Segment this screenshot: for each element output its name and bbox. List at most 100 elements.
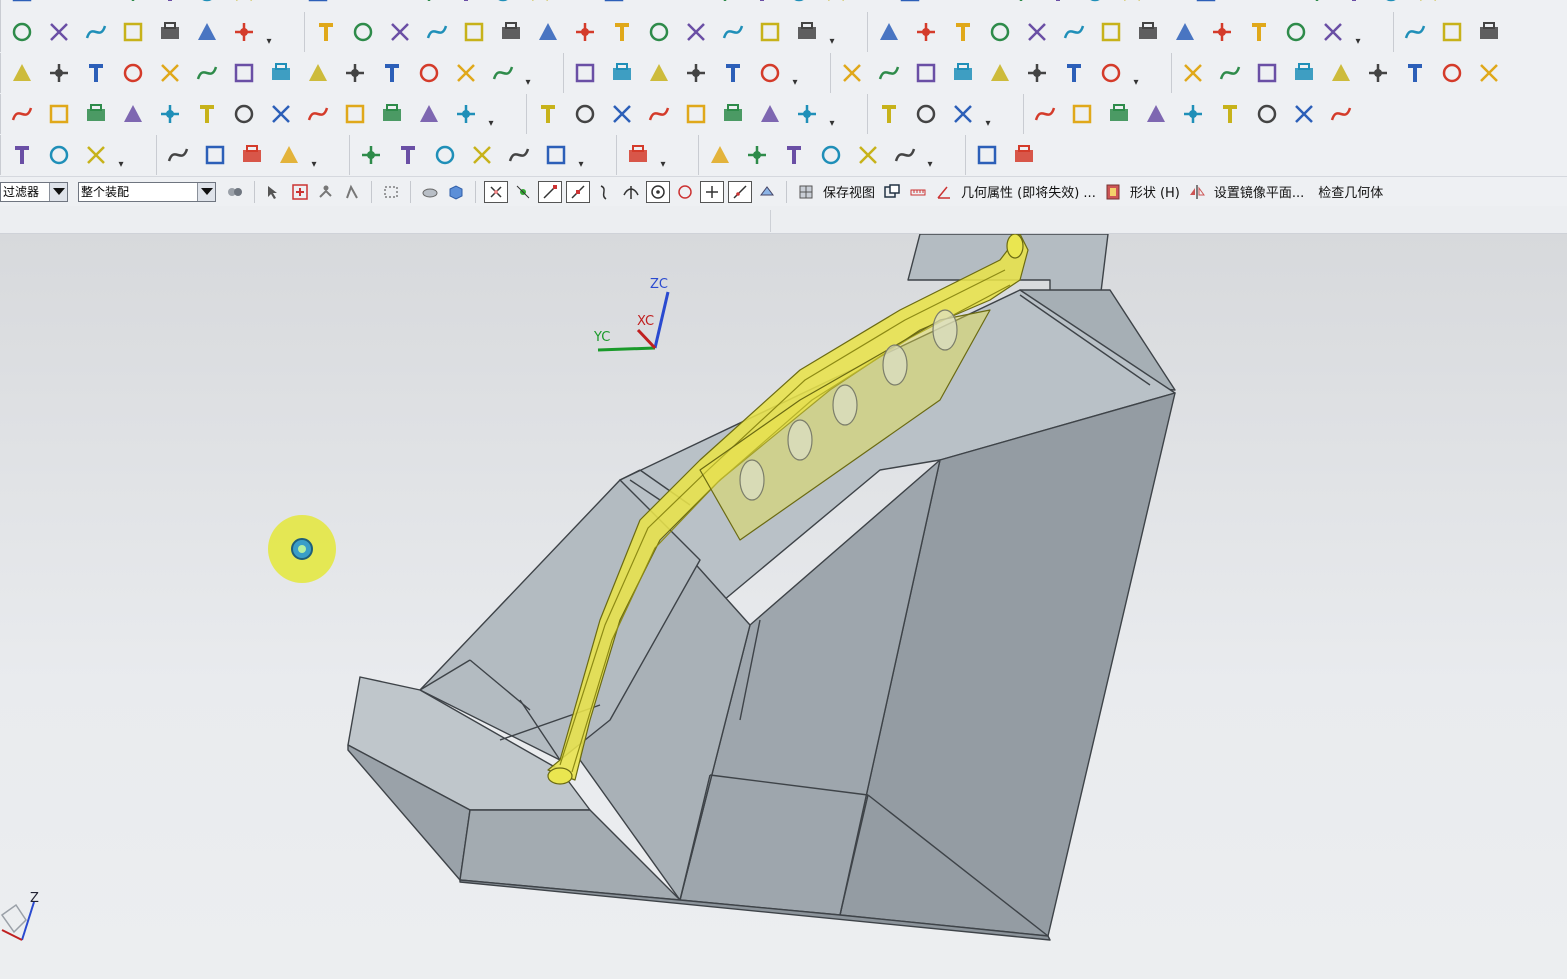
- mold-tool-17-icon[interactable]: [1250, 56, 1284, 90]
- toolbar-overflow-chevron-icon[interactable]: ▾: [116, 138, 126, 172]
- electrode-icon[interactable]: [486, 56, 520, 90]
- offset-surface-icon[interactable]: [983, 15, 1017, 49]
- layout-2-icon[interactable]: [391, 138, 425, 172]
- mold-tool-6-icon[interactable]: [753, 56, 787, 90]
- snap-mid-icon[interactable]: [116, 15, 150, 49]
- measure-distance-icon[interactable]: [907, 181, 929, 203]
- curve-rotate-icon[interactable]: [494, 15, 528, 49]
- top-tool-27-icon[interactable]: [967, 0, 1001, 9]
- datum-tool-1-icon[interactable]: [531, 97, 565, 131]
- top-tool-23-icon[interactable]: [819, 0, 853, 9]
- forbidden-icon[interactable]: [909, 97, 943, 131]
- mold-tool-20-icon[interactable]: [1361, 56, 1395, 90]
- mirror-plane-icon[interactable]: [1186, 181, 1208, 203]
- palette-icon[interactable]: [1028, 97, 1062, 131]
- snap-on-curve-icon[interactable]: [728, 180, 752, 203]
- pocket-icon[interactable]: [449, 56, 483, 90]
- text-icon[interactable]: [457, 15, 491, 49]
- top-tool-12-icon[interactable]: [412, 0, 446, 9]
- annotate-icon[interactable]: [1250, 97, 1284, 131]
- shape-icon[interactable]: [1279, 15, 1313, 49]
- mold-tool-2-icon[interactable]: [605, 56, 639, 90]
- check-geometry-button[interactable]: 检查几何体: [1318, 182, 1383, 201]
- rectangle-select-icon[interactable]: [380, 181, 402, 203]
- view-icon[interactable]: [795, 181, 817, 203]
- toolbar-overflow-chevron-icon[interactable]: ▾: [1131, 56, 1141, 90]
- offset-face-icon[interactable]: [301, 97, 335, 131]
- book-set-icon[interactable]: [5, 138, 39, 172]
- filter-dropdown[interactable]: 过滤器: [0, 181, 68, 202]
- insert-icon[interactable]: [412, 56, 446, 90]
- books-icon[interactable]: [42, 138, 76, 172]
- grid-blocks-icon[interactable]: [1007, 138, 1041, 172]
- toolbar-overflow-chevron-icon[interactable]: ▾: [790, 56, 800, 90]
- top-tool-7-icon[interactable]: [227, 0, 261, 9]
- top-tool-21-icon[interactable]: [745, 0, 779, 9]
- mold-tool-12-icon[interactable]: [1020, 56, 1054, 90]
- shape-menu-button[interactable]: 形状 (H): [1130, 182, 1180, 201]
- set-mirror-plane-button[interactable]: 设置镜像平面...: [1214, 182, 1304, 201]
- select-link-icon[interactable]: [315, 181, 337, 203]
- cooling-icon[interactable]: [338, 56, 372, 90]
- cylinder-yellow-icon[interactable]: [1094, 15, 1128, 49]
- toolbar-overflow-chevron-icon[interactable]: ▾: [486, 97, 496, 131]
- cube-icon[interactable]: [5, 97, 39, 131]
- datum-tool-2-icon[interactable]: [568, 97, 602, 131]
- pipe-icon[interactable]: [1472, 15, 1506, 49]
- wedge-icon[interactable]: [1316, 15, 1350, 49]
- arc-icon[interactable]: [346, 15, 380, 49]
- top-tool-22-icon[interactable]: [782, 0, 816, 9]
- top-tool-1-icon[interactable]: [5, 0, 39, 9]
- datum-tool-5-icon[interactable]: [679, 97, 713, 131]
- model-scene[interactable]: ZC XC YC Z: [0, 234, 1567, 979]
- section-icon[interactable]: [716, 15, 750, 49]
- lifter-icon[interactable]: [301, 56, 335, 90]
- toolbar-overflow-chevron-icon[interactable]: ▾: [576, 138, 586, 172]
- orange-cube-icon[interactable]: [1065, 97, 1099, 131]
- lightning-icon[interactable]: [872, 97, 906, 131]
- sprue-icon[interactable]: [375, 56, 409, 90]
- top-tool-16-icon[interactable]: [560, 0, 594, 9]
- coordinate-icon[interactable]: [375, 97, 409, 131]
- toolbar-overflow-chevron-icon[interactable]: ▾: [264, 15, 274, 49]
- top-tool-8-icon[interactable]: [264, 0, 298, 9]
- mold-tool-10-icon[interactable]: [946, 56, 980, 90]
- mold-tool-9-icon[interactable]: [909, 56, 943, 90]
- solid-icon[interactable]: [1242, 15, 1276, 49]
- mold-tool-11-icon[interactable]: [983, 56, 1017, 90]
- white-cube-icon[interactable]: [1213, 97, 1247, 131]
- trim-surface-icon[interactable]: [1020, 15, 1054, 49]
- toolbar-overflow-chevron-icon[interactable]: ▾: [827, 15, 837, 49]
- patch-icon[interactable]: [946, 15, 980, 49]
- snap-intersection-icon[interactable]: [620, 181, 642, 203]
- extrude-icon[interactable]: [190, 97, 224, 131]
- toolbar-overflow-chevron-icon[interactable]: ▾: [827, 97, 837, 131]
- face-icon[interactable]: [1131, 15, 1165, 49]
- slider-icon[interactable]: [264, 56, 298, 90]
- datum-tool-7-icon[interactable]: [753, 97, 787, 131]
- shape-book-icon[interactable]: [1102, 181, 1124, 203]
- fillet-3-icon[interactable]: [235, 138, 269, 172]
- top-tool-3-icon[interactable]: [79, 0, 113, 9]
- top-tool-38-icon[interactable]: [1374, 0, 1408, 9]
- snap-all-icon[interactable]: [484, 180, 508, 203]
- support-icon[interactable]: [190, 56, 224, 90]
- mold-tool-1-icon[interactable]: [568, 56, 602, 90]
- measure-icon[interactable]: [1205, 15, 1239, 49]
- top-tool-9-icon[interactable]: [301, 0, 335, 9]
- grid-icon[interactable]: [227, 15, 261, 49]
- shaded-cube-icon[interactable]: [1139, 97, 1173, 131]
- top-tool-15-icon[interactable]: [523, 0, 557, 9]
- mirror-curve-icon[interactable]: [679, 15, 713, 49]
- revolve-icon[interactable]: [888, 138, 922, 172]
- mold-tool-7-icon[interactable]: [835, 56, 869, 90]
- axis-icon[interactable]: [338, 97, 372, 131]
- fillet-4-icon[interactable]: [272, 138, 306, 172]
- split-icon[interactable]: [264, 97, 298, 131]
- mold-tool-13-icon[interactable]: [1057, 56, 1091, 90]
- toolbar-overflow-chevron-icon[interactable]: ▾: [925, 138, 935, 172]
- f8-icon[interactable]: [412, 97, 446, 131]
- fillet-1-icon[interactable]: [161, 138, 195, 172]
- star-pen-icon[interactable]: [946, 97, 980, 131]
- top-tool-36-icon[interactable]: [1300, 0, 1334, 9]
